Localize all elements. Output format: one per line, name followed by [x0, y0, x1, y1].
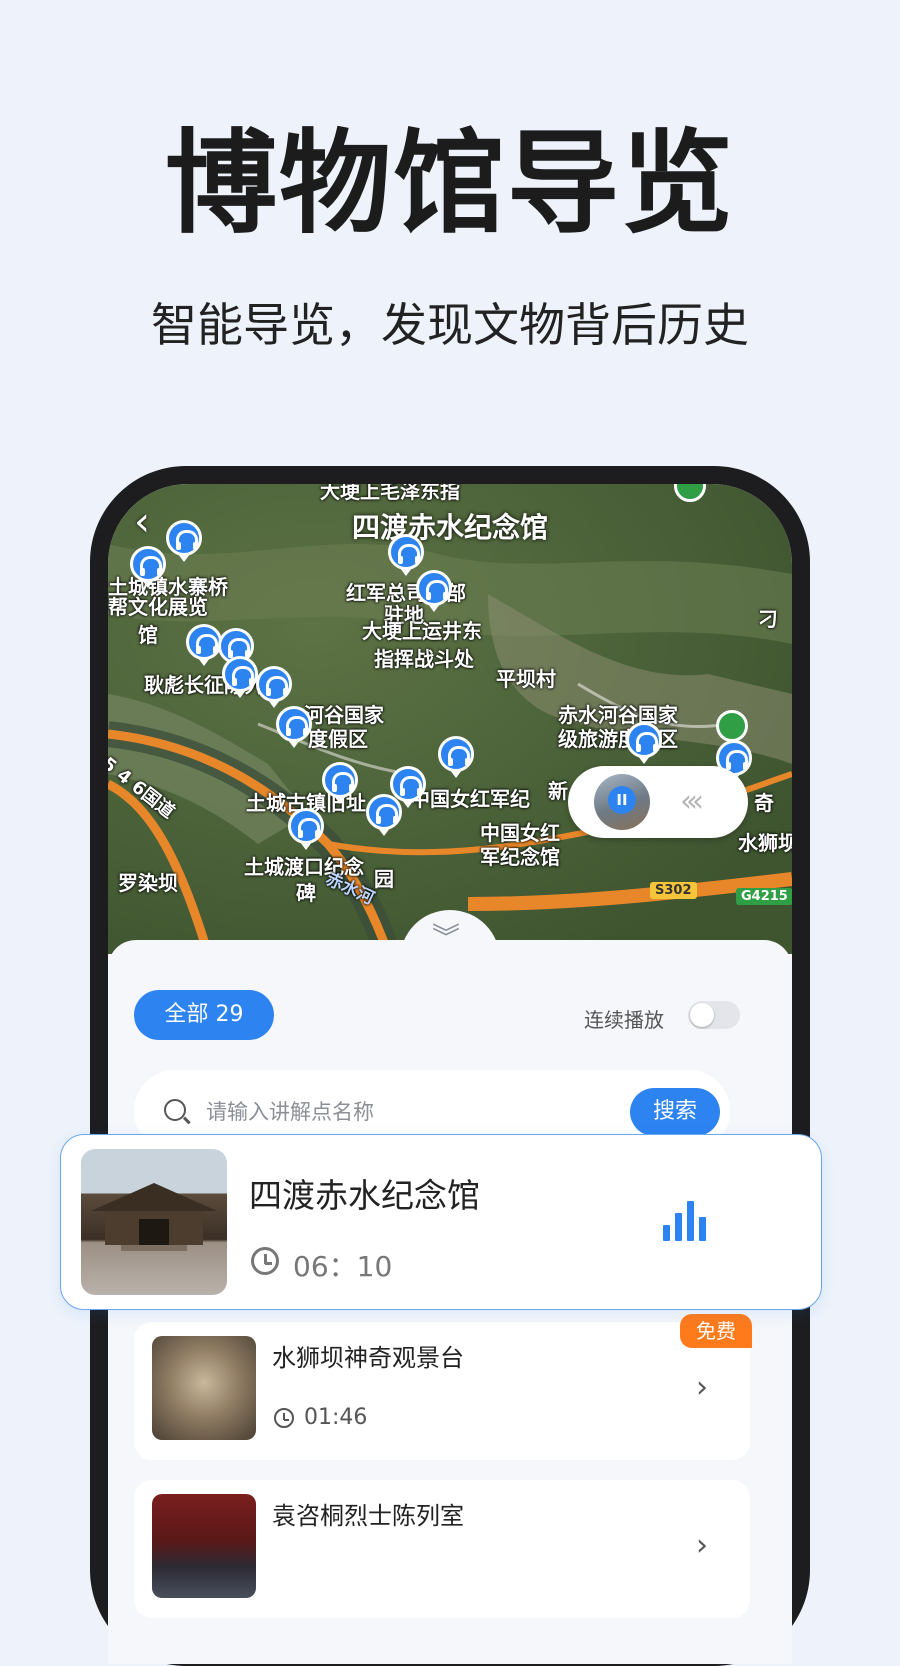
headphones-icon	[286, 716, 308, 736]
audio-point-pin[interactable]	[390, 766, 426, 808]
toggle-knob	[690, 1003, 714, 1027]
audio-point-pin[interactable]	[438, 736, 474, 778]
headphones-icon	[726, 750, 748, 770]
item-title: 袁咨桐烈士陈列室	[272, 1502, 464, 1530]
list-item[interactable]: 水狮坝神奇观景台 01:46 › 免费	[134, 1314, 752, 1460]
free-badge: 免费	[680, 1314, 752, 1348]
search-icon	[164, 1099, 186, 1121]
headphones-icon	[400, 776, 422, 796]
museum-building-image	[91, 1183, 217, 1251]
chevron-right-icon[interactable]: ›	[696, 1528, 708, 1563]
road-badge: S302	[650, 882, 697, 899]
headphones-icon	[426, 580, 448, 600]
map-title: 四渡赤水纪念馆	[351, 511, 548, 544]
filter-all-chip[interactable]: 全部 29	[134, 990, 274, 1040]
audio-point-pin[interactable]	[366, 794, 402, 836]
map-label: 园	[374, 867, 394, 891]
list-item[interactable]: 袁咨桐烈士陈列室 ›	[134, 1480, 750, 1618]
featured-audio-card[interactable]: 四渡赤水纪念馆 06：10	[60, 1134, 822, 1310]
headphones-icon	[298, 818, 320, 838]
audio-point-pin[interactable]	[186, 624, 222, 666]
map-label: 水狮坝	[738, 831, 792, 855]
clock-icon	[274, 1408, 294, 1428]
headphones-icon	[376, 804, 398, 824]
map-label: 中国女红	[480, 821, 560, 845]
headphones-icon	[232, 666, 254, 686]
audio-mini-player[interactable]: II ‹‹‹	[568, 766, 748, 838]
map-label: 大埂上毛泽东指	[320, 484, 460, 503]
satellite-map[interactable]: 四渡赤水纪念馆 ‹ 大埂上毛泽东指 红军总司令部 驻地 大埂上运井东 指挥战斗处…	[108, 484, 792, 954]
map-label: 帮文化展览	[108, 595, 208, 619]
audio-point-pin[interactable]	[256, 666, 292, 708]
headphones-icon	[176, 530, 198, 550]
chevrons-left-icon[interactable]: ‹‹‹	[680, 784, 704, 819]
item-title: 水狮坝神奇观景台	[272, 1344, 464, 1372]
map-label: 中国女红军纪	[410, 787, 530, 811]
map-label: 指挥战斗处	[374, 647, 474, 671]
headphones-icon	[266, 676, 288, 696]
headphones-icon	[448, 746, 470, 766]
tree-icon[interactable]	[716, 710, 748, 742]
clock-icon	[251, 1247, 279, 1275]
audio-wave-icon	[663, 1201, 713, 1241]
item-thumbnail	[152, 1336, 256, 1440]
road-badge: G4215	[736, 888, 792, 905]
headphones-icon	[140, 556, 162, 576]
phone-screen: 四渡赤水纪念馆 ‹ 大埂上毛泽东指 红军总司令部 驻地 大埂上运井东 指挥战斗处…	[108, 484, 792, 1664]
audio-point-pin[interactable]	[288, 808, 324, 850]
item-thumbnail	[152, 1494, 256, 1598]
pause-icon[interactable]: II	[608, 786, 636, 814]
featured-duration: 06：10	[293, 1250, 393, 1283]
featured-thumbnail	[81, 1149, 227, 1295]
chevron-double-down-icon[interactable]: ︾	[432, 924, 460, 952]
audio-point-pin[interactable]	[626, 722, 662, 764]
headphones-icon	[636, 732, 658, 752]
map-label: 河谷国家	[304, 703, 384, 727]
audio-point-pin[interactable]	[222, 656, 258, 698]
chevron-right-icon[interactable]: ›	[696, 1370, 708, 1405]
audio-point-pin[interactable]	[416, 570, 452, 612]
search-input[interactable]	[204, 1092, 608, 1132]
map-label: 罗染坝	[118, 871, 178, 895]
map-label: 赤水河谷国家	[558, 703, 678, 727]
map-label: 刁	[758, 607, 778, 631]
map-label: 碑	[296, 881, 316, 905]
audio-point-pin[interactable]	[130, 546, 166, 588]
audio-point-pin[interactable]	[166, 520, 202, 562]
item-duration: 01:46	[304, 1405, 368, 1430]
map-label: 新	[548, 779, 568, 803]
map-label: 平坝村	[496, 667, 556, 691]
chevron-left-icon[interactable]: ‹	[134, 502, 150, 542]
map-label: 军纪念馆	[480, 845, 560, 869]
continuous-play-toggle[interactable]	[688, 1001, 740, 1029]
promo-headline: 博物馆导览	[165, 119, 735, 249]
headphones-icon	[196, 634, 218, 654]
audio-point-pin[interactable]	[276, 706, 312, 748]
map-label: 馆	[138, 623, 158, 647]
headphones-icon	[398, 544, 420, 564]
headphones-icon	[332, 772, 354, 792]
headphones-icon	[228, 638, 250, 658]
map-label: 奇	[754, 791, 774, 815]
audio-point-pin[interactable]	[388, 534, 424, 576]
promo-subline: 智能导览，发现文物背后历史	[151, 298, 749, 352]
map-label: 大埂上运井东	[362, 619, 482, 643]
audio-point-pin[interactable]	[322, 762, 358, 804]
continuous-play-label: 连续播放	[584, 1008, 664, 1032]
search-button[interactable]: 搜索	[630, 1088, 720, 1136]
map-label: 度假区	[308, 727, 368, 751]
featured-title: 四渡赤水纪念馆	[249, 1176, 480, 1215]
